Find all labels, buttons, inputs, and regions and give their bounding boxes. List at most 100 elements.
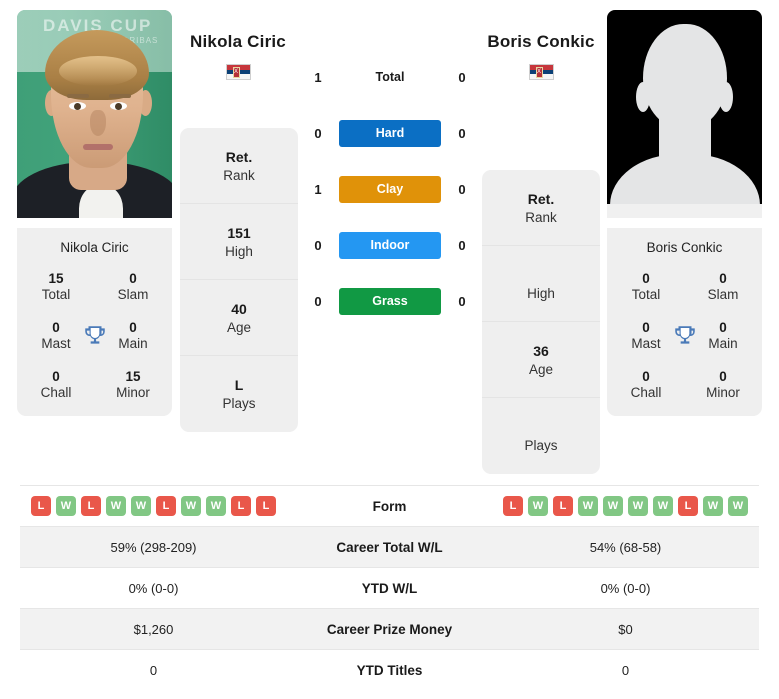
form-badge-l: L bbox=[503, 496, 523, 516]
h2h-row-clay: 1 Clay 0 bbox=[305, 172, 475, 206]
titles-mast-left: 0 Mast bbox=[41, 320, 71, 351]
ytd-titles-right: 0 bbox=[621, 662, 630, 678]
plays-value: L bbox=[234, 377, 244, 393]
form-badge-w: W bbox=[728, 496, 748, 516]
form-badge-w: W bbox=[131, 496, 151, 516]
high-label: High bbox=[225, 243, 253, 259]
age-label: Age bbox=[528, 361, 554, 377]
flag-icon-serbia-left bbox=[225, 64, 251, 80]
player-brow-right bbox=[109, 94, 131, 98]
high-value: 151 bbox=[227, 224, 251, 241]
form-badge-w: W bbox=[106, 496, 126, 516]
career-total-wl-right: 54% (68-58) bbox=[589, 539, 662, 555]
form-badge-l: L bbox=[256, 496, 276, 516]
comparison-header: DAVIS CUP BY BNP PARIBAS T bbox=[0, 0, 779, 480]
row-label-ytd-wl: YTD W/L bbox=[361, 580, 418, 596]
titles-chall-right: 0 Chall bbox=[630, 369, 662, 400]
form-badge-w: W bbox=[578, 496, 598, 516]
h2h-right-value: 0 bbox=[458, 125, 466, 141]
surface-badge-indoor[interactable]: Indoor bbox=[339, 231, 441, 259]
silhouette-base bbox=[607, 204, 762, 218]
titles-row: 15 Total 0 Slam bbox=[27, 271, 162, 302]
stat-age-left: 40 Age bbox=[180, 280, 298, 356]
player-titles-card-right: Boris Conkic 0 Total 0 Slam 0 Mast 0 Mai… bbox=[607, 228, 762, 416]
h2h-row-indoor: 0 Indoor 0 bbox=[305, 228, 475, 262]
form-badge-w: W bbox=[528, 496, 548, 516]
surface-badge-hard[interactable]: Hard bbox=[339, 119, 441, 147]
stat-plays-left: L Plays bbox=[180, 356, 298, 432]
h2h-label-total: Total bbox=[375, 69, 405, 84]
form-badge-l: L bbox=[231, 496, 251, 516]
form-badges-right: LWLWWWWLWW bbox=[492, 496, 759, 516]
h2h-right-value: 0 bbox=[458, 181, 466, 197]
titles-slam-right: 0 Slam bbox=[707, 271, 739, 302]
titles-grid-right: 0 Total 0 Slam 0 Mast 0 Main 0 Chall 0 M… bbox=[617, 271, 752, 400]
surface-badge-grass[interactable]: Grass bbox=[339, 287, 441, 315]
form-badge-l: L bbox=[553, 496, 573, 516]
player-photo-left: DAVIS CUP BY BNP PARIBAS T bbox=[17, 10, 172, 218]
player-comparison-page: DAVIS CUP BY BNP PARIBAS T bbox=[0, 0, 779, 699]
card-player-name-left: Nikola Ciric bbox=[60, 240, 129, 255]
player-info-stack-right: Ret. Rank High 36 Age Plays bbox=[482, 170, 600, 474]
plays-label: Plays bbox=[222, 396, 256, 411]
table-row-form: LWLWWLWWLL Form LWLWWWWLWW bbox=[20, 485, 759, 526]
player-eye-right bbox=[110, 102, 127, 110]
form-badge-l: L bbox=[31, 496, 51, 516]
player-info-stack-left: Ret. Rank 151 High 40 Age L Plays bbox=[180, 128, 298, 432]
rank-value: Ret. bbox=[225, 148, 253, 165]
comparison-stats-table: LWLWWLWWLL Form LWLWWWWLWW 59% (298-209)… bbox=[20, 485, 759, 690]
form-right: LWLWWWWLWW bbox=[492, 496, 759, 516]
ytd-wl-left: 0% (0-0) bbox=[128, 580, 179, 596]
titles-slam-left: 0 Slam bbox=[117, 271, 149, 302]
form-badge-w: W bbox=[56, 496, 76, 516]
row-label-career-prize-money: Career Prize Money bbox=[326, 621, 453, 637]
titles-minor-right: 0 Minor bbox=[706, 369, 740, 400]
form-badge-l: L bbox=[156, 496, 176, 516]
titles-minor-left: 15 Minor bbox=[116, 369, 150, 400]
table-row-career-total-wl: 59% (298-209) Career Total W/L 54% (68-5… bbox=[20, 526, 759, 567]
surface-badge-clay[interactable]: Clay bbox=[339, 175, 441, 203]
titles-grid-left: 15 Total 0 Slam 0 Mast 0 Main 0 Chall 15… bbox=[27, 271, 162, 400]
stat-rank-left: Ret. Rank bbox=[180, 128, 298, 204]
player-name-left[interactable]: Nikola Ciric bbox=[153, 32, 323, 52]
player-title-left: Nikola Ciric bbox=[153, 32, 323, 80]
table-row-ytd-wl: 0% (0-0) YTD W/L 0% (0-0) bbox=[20, 567, 759, 608]
age-value: 36 bbox=[533, 342, 549, 359]
row-label-career-total-wl: Career Total W/L bbox=[336, 539, 443, 555]
table-row-ytd-titles: 0 YTD Titles 0 bbox=[20, 649, 759, 690]
h2h-left-value: 1 bbox=[314, 69, 322, 85]
titles-mast-right: 0 Mast bbox=[631, 320, 661, 351]
h2h-left-value: 0 bbox=[314, 125, 322, 141]
card-player-name-right: Boris Conkic bbox=[646, 240, 723, 255]
stat-plays-right: Plays bbox=[482, 398, 600, 474]
form-left: LWLWWLWWLL bbox=[20, 496, 287, 516]
titles-row: 0 Total 0 Slam bbox=[617, 271, 752, 302]
titles-row: 0 Chall 15 Minor bbox=[27, 369, 162, 400]
h2h-surface-list: 1 Total 0 0 Hard 0 1 Clay 0 0 Indoor 0 0 bbox=[305, 60, 475, 340]
titles-row: 0 Mast 0 Main bbox=[27, 320, 162, 351]
player-nose bbox=[90, 110, 106, 136]
plays-label: Plays bbox=[524, 438, 558, 453]
player-brow-left bbox=[67, 94, 89, 98]
stat-age-right: 36 Age bbox=[482, 322, 600, 398]
flag-icon-serbia-right bbox=[528, 64, 554, 80]
h2h-left-value: 0 bbox=[314, 293, 322, 309]
form-badge-w: W bbox=[703, 496, 723, 516]
h2h-right-value: 0 bbox=[458, 293, 466, 309]
player-name-right[interactable]: Boris Conkic bbox=[456, 32, 626, 52]
trophy-icon bbox=[674, 325, 695, 344]
career-prize-money-left: $1,260 bbox=[133, 621, 174, 637]
form-badge-w: W bbox=[603, 496, 623, 516]
rank-label: Rank bbox=[525, 209, 557, 225]
h2h-left-value: 0 bbox=[314, 237, 322, 253]
h2h-right-value: 0 bbox=[458, 237, 466, 253]
stat-rank-right: Ret. Rank bbox=[482, 170, 600, 246]
form-badge-w: W bbox=[181, 496, 201, 516]
titles-chall-left: 0 Chall bbox=[40, 369, 72, 400]
rank-value: Ret. bbox=[527, 190, 555, 207]
row-label-ytd-titles: YTD Titles bbox=[356, 662, 423, 678]
h2h-row-total: 1 Total 0 bbox=[305, 60, 475, 94]
trophy-icon bbox=[84, 325, 105, 344]
form-badge-w: W bbox=[653, 496, 673, 516]
age-value: 40 bbox=[231, 300, 247, 317]
